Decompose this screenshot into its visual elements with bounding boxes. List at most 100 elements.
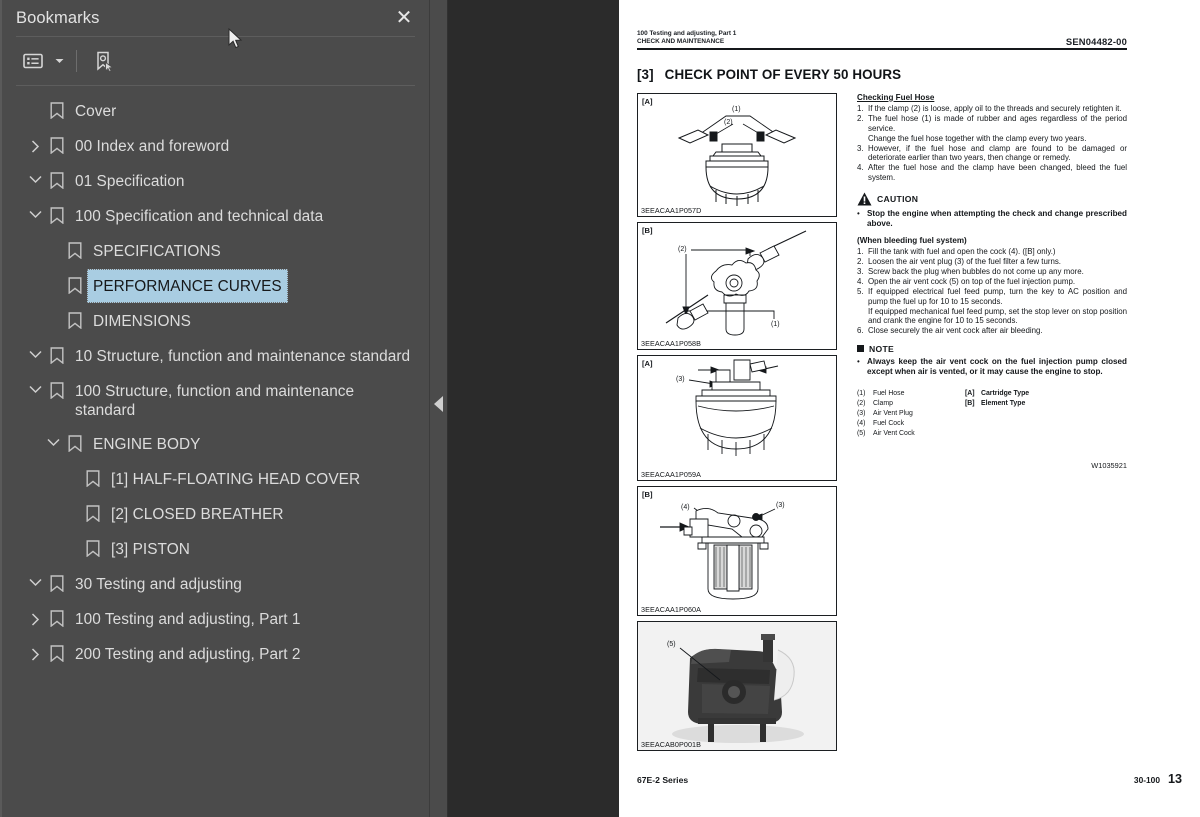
chevron-down-icon[interactable] [24, 374, 46, 394]
bookmark-item-label: 10 Structure, function and maintenance s… [75, 348, 411, 365]
bookmark-icon [46, 199, 68, 224]
section-title-text: CHECK POINT OF EVERY 50 HOURS [664, 66, 902, 82]
figure-3: [A] (3) 3EEACAA1P059A [637, 354, 837, 481]
bookmark-item[interactable]: SPECIFICATIONS [2, 234, 429, 269]
text-column: Checking Fuel Hose 1. If the clamp (2) is… [837, 93, 1127, 756]
bookmark-item-label: PERFORMANCE CURVES [87, 269, 288, 303]
step-text: Open the air vent cock (5) on top of the… [868, 276, 1076, 286]
header-line-1: 100 Testing and adjusting, Part 1 [637, 30, 737, 37]
svg-text:(2): (2) [678, 246, 687, 253]
step-text: Screw back the plug when bubbles do not … [868, 266, 1084, 276]
bookmark-item-label: 100 Structure, function and maintenance … [75, 383, 355, 419]
step-continuation-text: Change the fuel hose together with the c… [868, 133, 1087, 143]
note-bullet: • [857, 356, 860, 366]
document-footer: 67E-2 Series 30-100 13 [637, 772, 1182, 786]
instruction-step: 2. Loosen the air vent plug (3) of the fu… [857, 257, 1127, 267]
bookmarks-panel-header: Bookmarks ✕ [2, 0, 429, 36]
bookmark-item[interactable]: 100 Structure, function and maintenance … [2, 374, 429, 427]
bookmark-item[interactable]: PERFORMANCE CURVES [2, 269, 429, 304]
bookmark-item[interactable]: 10 Structure, function and maintenance s… [2, 339, 429, 374]
bookmark-icon [82, 497, 104, 522]
pdf-viewer-area[interactable]: 100 Testing and adjusting, Part 1 CHECK … [448, 0, 1200, 817]
bookmark-icon [64, 427, 86, 452]
bookmark-item[interactable]: [1] HALF-FLOATING HEAD COVER [2, 462, 429, 497]
bookmark-icon [46, 637, 68, 662]
legend-key: (1) [857, 389, 866, 397]
legend-row: (3) Air Vent Plug [857, 409, 965, 419]
chevron-down-icon[interactable] [24, 199, 46, 219]
list-options-icon[interactable] [16, 46, 50, 76]
legend-row: (2) Clamp [857, 399, 965, 409]
chevron-right-icon[interactable] [24, 129, 46, 153]
bleeding-heading: (When bleeding fuel system) [857, 235, 967, 245]
step-text: After the fuel hose and the clamp have b… [868, 163, 1127, 182]
instruction-step: 2. The fuel hose (1) is made of rubber an… [857, 114, 1127, 133]
bookmark-icon [64, 269, 86, 294]
twisty-spacer [24, 94, 46, 105]
svg-text:(3): (3) [676, 376, 685, 383]
legend-value: Air Vent Cock [873, 429, 915, 437]
bookmark-item-label: ENGINE BODY [93, 436, 201, 453]
step-number: 1. [857, 103, 864, 113]
bookmark-item-label: [2] CLOSED BREATHER [111, 506, 284, 523]
bleeding-steps: 1. Fill the tank with fuel and open the c… [857, 247, 1127, 336]
legend-value: Clamp [873, 399, 893, 407]
bookmark-item-label: 30 Testing and adjusting [75, 576, 242, 593]
chevron-right-icon[interactable] [24, 637, 46, 661]
legend-key: [A] [965, 389, 975, 397]
chevron-down-icon[interactable] [52, 46, 66, 76]
bookmark-item[interactable]: [2] CLOSED BREATHER [2, 497, 429, 532]
legend-value: Cartridge Type [981, 389, 1030, 397]
section-title: [3] CHECK POINT OF EVERY 50 HOURS [637, 67, 1127, 82]
bookmark-item[interactable]: [3] PISTON [2, 532, 429, 567]
bookmark-icon [82, 462, 104, 487]
bookmark-item[interactable]: Cover [2, 94, 429, 129]
bookmark-item-label: 00 Index and foreword [75, 138, 230, 155]
bookmark-item-label: 200 Testing and adjusting, Part 2 [75, 646, 301, 663]
legend-key: (4) [857, 419, 866, 427]
close-icon[interactable]: ✕ [393, 7, 415, 29]
chevron-down-icon[interactable] [24, 339, 46, 359]
note-text: Always keep the air vent cock on the fue… [867, 356, 1127, 376]
step-number: 3. [857, 143, 864, 153]
caution-label: CAUTION [877, 193, 919, 204]
legend-key: (3) [857, 409, 866, 417]
step-text: If equipped electrical fuel feed pump, t… [868, 286, 1127, 306]
svg-text:(5): (5) [667, 641, 676, 648]
figure-3-drawing: (3) [676, 359, 779, 456]
caution-bullet: • [857, 208, 860, 218]
bookmark-item[interactable]: 200 Testing and adjusting, Part 2 [2, 637, 429, 672]
bookmark-item-label: 01 Specification [75, 173, 185, 190]
figure-column: [A] (1) (2) 3EEACAA1P057D [B] (2) (1) 3E… [637, 92, 837, 756]
twisty-spacer [42, 304, 64, 315]
figure-4-code: 3EEACAA1P060A [641, 604, 702, 614]
chevron-down-icon[interactable] [24, 567, 46, 587]
bookmark-icon [46, 602, 68, 627]
checking-fuel-hose-heading: Checking Fuel Hose [857, 92, 935, 102]
bookmark-item[interactable]: ENGINE BODY [2, 427, 429, 462]
toolbar-divider [76, 50, 77, 72]
legend-row: (4) Fuel Cock [857, 419, 965, 429]
caution-text: Stop the engine when attempting the chec… [867, 208, 1127, 228]
chevron-right-icon[interactable] [24, 602, 46, 626]
figure-3-code: 3EEACAA1P059A [641, 469, 702, 479]
svg-text:(1): (1) [732, 106, 741, 113]
bookmark-tree[interactable]: Cover 00 Index and foreword 01 Specificati… [2, 86, 429, 817]
collapse-left-triangle-icon[interactable] [434, 396, 443, 412]
chevron-down-icon[interactable] [42, 427, 64, 447]
bookmark-item[interactable]: 100 Testing and adjusting, Part 1 [2, 602, 429, 637]
bookmark-item[interactable]: 100 Specification and technical data [2, 199, 429, 234]
step-text: The fuel hose (1) is made of rubber and … [868, 113, 1127, 133]
bookmark-icon [46, 164, 68, 189]
bookmark-item[interactable]: 01 Specification [2, 164, 429, 199]
legend-types: [A] Cartridge Type [B] Element Type [965, 389, 1029, 439]
bookmark-item[interactable]: 00 Index and foreword [2, 129, 429, 164]
bookmark-item[interactable]: 30 Testing and adjusting [2, 567, 429, 602]
instruction-step: 4. After the fuel hose and the clamp have… [857, 163, 1127, 182]
panel-splitter[interactable] [430, 0, 448, 817]
find-current-bookmark-icon[interactable] [87, 46, 121, 76]
step-continuation: Change the fuel hose together with the c… [857, 134, 1127, 144]
chevron-down-icon[interactable] [24, 164, 46, 184]
instruction-step: 3. Screw back the plug when bubbles do no… [857, 267, 1127, 277]
bookmark-item[interactable]: DIMENSIONS [2, 304, 429, 339]
